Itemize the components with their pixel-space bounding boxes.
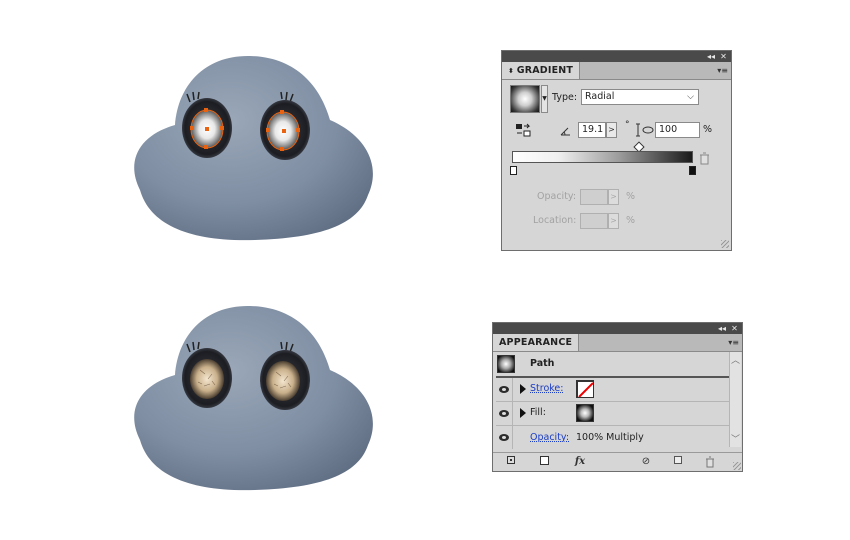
gradient-stop-black[interactable] <box>689 166 696 175</box>
opacity-label: Opacity: <box>537 191 577 202</box>
stroke-link[interactable]: Stroke: <box>530 383 563 395</box>
delete-item-icon[interactable] <box>705 456 715 468</box>
panel-menu-icon[interactable]: ▾≡ <box>728 334 739 351</box>
character-bottom-illustration <box>134 305 373 491</box>
eye-icon[interactable] <box>499 434 509 441</box>
opacity-input[interactable] <box>580 189 608 205</box>
scroll-down-icon[interactable]: ﹀ <box>731 432 740 445</box>
gradient-preview-swatch[interactable] <box>510 85 540 113</box>
duplicate-item-icon[interactable] <box>673 456 683 468</box>
appearance-stroke-row[interactable]: Stroke: <box>496 378 729 402</box>
panel-tab-strip: ⬍ GRADIENT ▾≡ <box>502 62 731 80</box>
gradient-panel: ◂◂ ✕ ⬍ GRADIENT ▾≡ ▼ Type: Radial ⌵ 19.1… <box>501 50 732 251</box>
delete-stop-icon[interactable] <box>699 152 710 165</box>
expand-triangle-icon[interactable] <box>520 384 526 394</box>
expand-triangle-icon[interactable] <box>520 408 526 418</box>
panel-title-bar[interactable]: ◂◂ ✕ <box>493 323 742 334</box>
resize-grip-icon[interactable] <box>721 240 729 248</box>
fx-icon[interactable]: fx <box>571 456 589 468</box>
appearance-list: Path Stroke: Fill: Opacity: 100% Multipl… <box>496 352 729 449</box>
percent-symbol: % <box>703 124 713 135</box>
opacity-percent-symbol: % <box>626 191 636 202</box>
scroll-up-icon[interactable]: ︿ <box>731 353 740 366</box>
visibility-toggle[interactable] <box>496 378 513 401</box>
location-dropdown-button[interactable]: > <box>608 213 619 229</box>
appearance-footer-toolbar: fx ⊘ <box>493 452 742 471</box>
tab-appearance[interactable]: APPEARANCE <box>493 334 580 351</box>
degree-symbol: ° <box>625 120 630 130</box>
aspect-ratio-input[interactable]: 100 <box>655 122 700 138</box>
location-input[interactable] <box>580 213 608 229</box>
appearance-opacity-row[interactable]: Opacity: 100% Multiply <box>496 426 729 449</box>
collapse-icon[interactable]: ◂◂ <box>705 51 717 62</box>
panel-menu-icon[interactable]: ▾≡ <box>717 62 728 79</box>
object-thumbnail-icon <box>497 355 515 373</box>
angle-value: 19.1 <box>582 124 604 135</box>
gradient-slider-bar[interactable] <box>512 151 693 163</box>
reverse-gradient-icon[interactable] <box>515 123 531 137</box>
appearance-panel: ◂◂ ✕ APPEARANCE ▾≡ Path Stroke: Fill: Op… <box>492 322 743 472</box>
character-top-illustration <box>134 55 373 241</box>
resize-grip-icon[interactable] <box>733 462 741 470</box>
close-icon[interactable]: ✕ <box>718 51 729 62</box>
panel-tab-strip: APPEARANCE ▾≡ <box>493 334 742 352</box>
object-type-label: Path <box>530 358 555 369</box>
close-icon[interactable]: ✕ <box>729 323 740 334</box>
eye-icon[interactable] <box>499 410 509 417</box>
add-new-fill-icon[interactable] <box>539 456 549 468</box>
angle-input[interactable]: 19.1 <box>578 122 606 138</box>
stroke-none-swatch-icon[interactable] <box>576 380 594 398</box>
fill-label: Fill: <box>530 407 546 418</box>
tab-gradient[interactable]: ⬍ GRADIENT <box>502 62 581 79</box>
panel-title-bar[interactable]: ◂◂ ✕ <box>502 51 731 62</box>
collapse-icon[interactable]: ◂◂ <box>716 323 728 334</box>
opacity-value: 100% Multiply <box>576 432 644 443</box>
opacity-link[interactable]: Opacity: <box>530 432 569 444</box>
location-label: Location: <box>533 215 577 226</box>
gradient-presets-dropdown[interactable]: ▼ <box>541 85 548 113</box>
eye-icon[interactable] <box>499 386 509 393</box>
appearance-scrollbar[interactable]: ︿ ﹀ <box>729 352 741 447</box>
type-select-value: Radial <box>585 91 615 102</box>
fill-gradient-swatch-icon[interactable] <box>576 404 594 422</box>
opacity-dropdown-button[interactable]: > <box>608 189 619 205</box>
clear-appearance-icon[interactable]: ⊘ <box>641 456 651 468</box>
type-label: Type: <box>552 92 578 103</box>
location-percent-symbol: % <box>626 215 636 226</box>
visibility-toggle[interactable] <box>496 426 513 449</box>
type-select[interactable]: Radial ⌵ <box>581 89 699 105</box>
aspect-ratio-icon <box>636 123 654 137</box>
chevron-down-icon: ⌵ <box>687 92 694 102</box>
appearance-object-row[interactable]: Path <box>496 352 729 378</box>
tab-toggle-icon[interactable]: ⬍ <box>508 67 517 75</box>
angle-icon <box>560 127 570 136</box>
add-new-stroke-icon[interactable] <box>506 456 516 468</box>
gradient-stop-white[interactable] <box>510 166 517 175</box>
visibility-toggle[interactable] <box>496 402 513 425</box>
angle-dropdown-button[interactable]: > <box>606 122 617 138</box>
appearance-fill-row[interactable]: Fill: <box>496 402 729 426</box>
aspect-ratio-value: 100 <box>659 124 678 135</box>
